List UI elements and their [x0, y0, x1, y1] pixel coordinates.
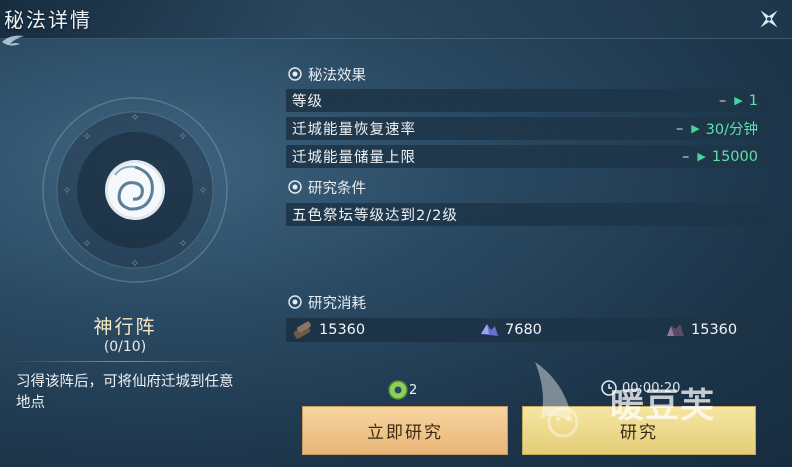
instant-cost-value: 2 — [409, 382, 418, 398]
arrow-right-icon: ▶ — [691, 122, 700, 135]
svg-text:✧: ✧ — [82, 130, 91, 143]
skill-level: (0/10) — [103, 339, 147, 355]
condition-label: 五色祭坛等级达到2/2级 — [292, 208, 458, 224]
effect-label: 迁城能量储量上限 — [292, 150, 416, 166]
conditions-heading-text: 研究条件 — [308, 180, 366, 197]
effect-to: 15000 — [711, 148, 758, 165]
svg-text:✧: ✧ — [178, 237, 187, 250]
wing-ornament-icon — [2, 35, 24, 46]
crystal-resource-icon — [481, 324, 498, 336]
wood-resource-icon — [293, 321, 311, 339]
effect-row: 迁城能量储量上限 – ▶ 15000 — [286, 145, 766, 168]
ore-resource-icon — [667, 324, 684, 336]
spiral-bullet-icon — [288, 295, 302, 309]
skill-name: 神行阵 — [93, 316, 157, 338]
effect-to: 30/分钟 — [705, 122, 758, 138]
effect-from: – — [675, 120, 684, 137]
arrow-right-icon: ▶ — [734, 94, 743, 107]
effects-heading-text: 秘法效果 — [308, 67, 366, 84]
spiral-bullet-icon — [288, 67, 302, 81]
divider — [8, 361, 236, 362]
effect-label: 等级 — [292, 94, 323, 110]
skill-description: 习得该阵后，可将仙府迁城到任意地点 — [16, 374, 234, 411]
effect-to: 1 — [748, 92, 758, 109]
effects-heading: 秘法效果 — [288, 64, 366, 84]
cost-value: 15360 — [319, 322, 366, 338]
svg-text:✧: ✧ — [82, 237, 91, 250]
effect-row: 等级 – ▶ 1 — [286, 89, 766, 112]
skill-wheel: ✧ ✧ ✧ ✧ ✧ ✧ ✧ ✧ — [42, 97, 228, 283]
instant-research-button[interactable]: 立即研究 — [302, 406, 508, 455]
svg-text:✧: ✧ — [198, 184, 207, 197]
jade-coin-icon — [388, 380, 408, 400]
instant-cost: 2 — [387, 379, 417, 401]
costs-heading: 研究消耗 — [288, 292, 366, 312]
svg-text:✧: ✧ — [62, 184, 71, 197]
cost-value: 15360 — [691, 322, 738, 338]
svg-text:✧: ✧ — [130, 257, 139, 270]
cost-item: 15360 — [292, 318, 365, 342]
svg-text:✧: ✧ — [178, 130, 187, 143]
arrow-right-icon: ▶ — [697, 150, 706, 163]
effect-from: – — [719, 92, 727, 109]
watermark-text: 暖豆芙 — [610, 386, 715, 426]
effect-label: 迁城能量恢复速率 — [292, 122, 416, 138]
conditions-heading: 研究条件 — [288, 177, 366, 197]
cost-item: 15360 — [664, 318, 737, 342]
window-title: 秘法详情 — [4, 8, 92, 32]
effect-from: – — [682, 148, 690, 165]
title-bar: 秘法详情 — [0, 0, 792, 39]
svg-text:✧: ✧ — [130, 111, 139, 124]
condition-row: 五色祭坛等级达到2/2级 — [286, 203, 766, 226]
close-icon[interactable] — [754, 4, 784, 34]
vortex-icon — [105, 160, 165, 220]
cost-value: 7680 — [505, 322, 542, 338]
cost-item: 7680 — [478, 318, 542, 342]
effect-row: 迁城能量恢复速率 – ▶ 30/分钟 — [286, 117, 766, 140]
cost-row: 15360 7680 15360 — [286, 318, 766, 342]
costs-heading-text: 研究消耗 — [308, 295, 366, 312]
spiral-bullet-icon — [288, 180, 302, 194]
